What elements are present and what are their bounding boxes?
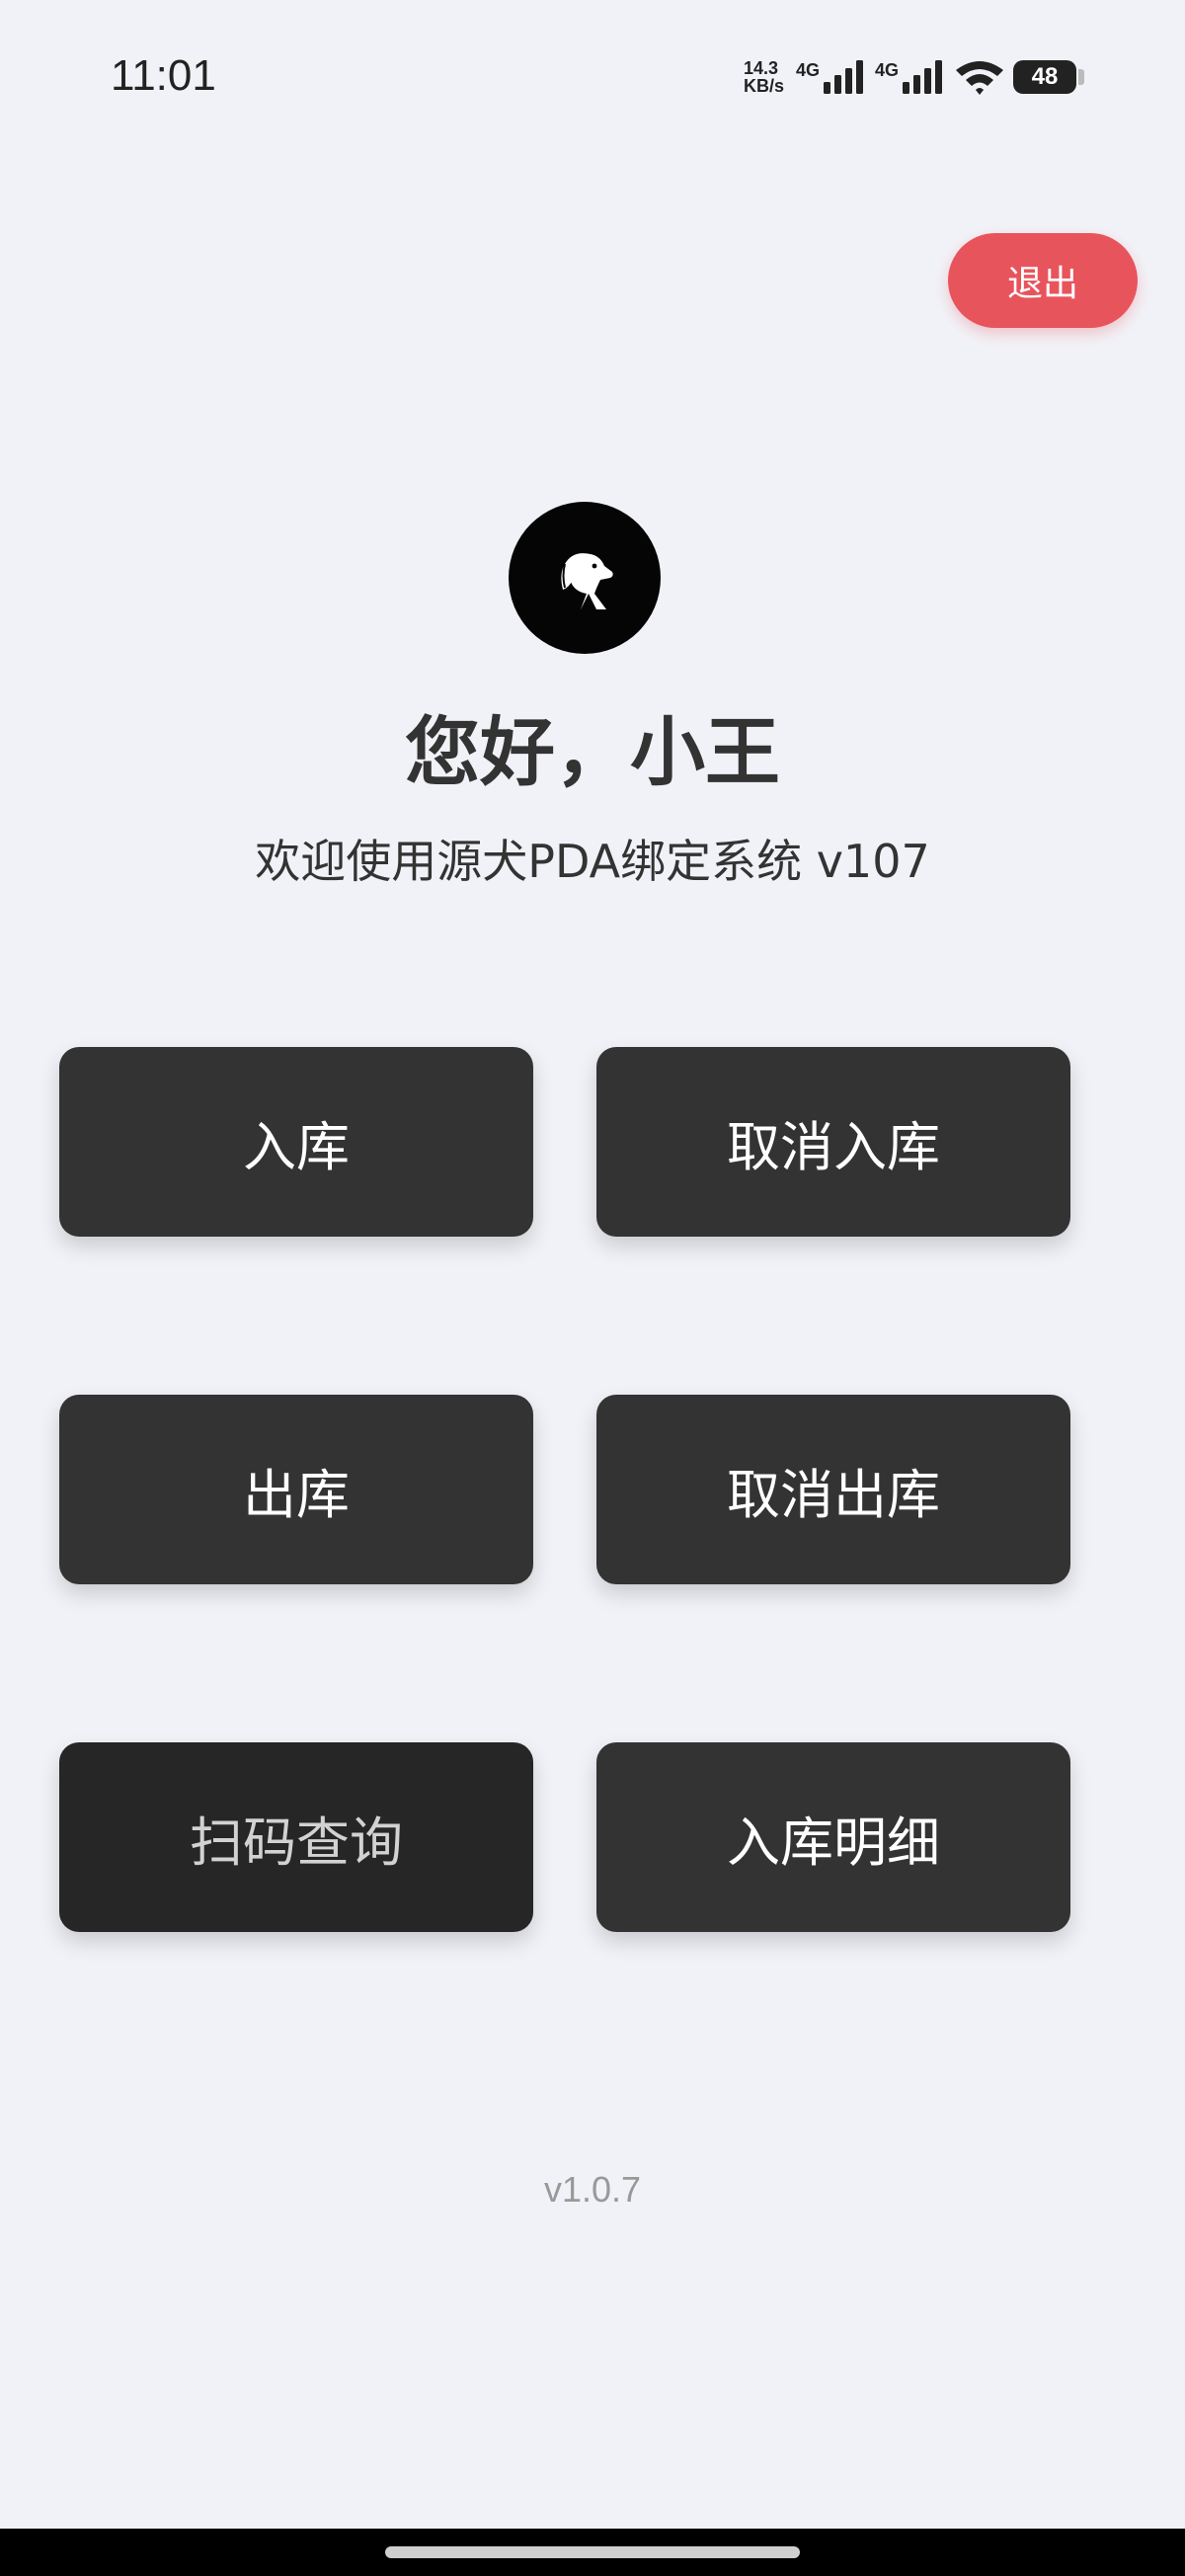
stock-out-button[interactable]: 出库 xyxy=(59,1395,533,1584)
dog-head-icon xyxy=(561,553,613,609)
battery-level: 48 xyxy=(1031,63,1059,90)
cancel-stock-in-button[interactable]: 取消入库 xyxy=(596,1047,1070,1237)
home-indicator[interactable] xyxy=(385,2546,800,2558)
cancel-stock-out-button[interactable]: 取消出库 xyxy=(596,1395,1070,1584)
signal-label: 4G xyxy=(795,60,820,80)
network-speed: 14.3 KB/s xyxy=(744,59,784,95)
dog-logo-icon xyxy=(509,502,661,654)
scan-query-button[interactable]: 扫码查询 xyxy=(59,1742,533,1932)
greeting-title: 您好，小王 xyxy=(405,708,780,796)
signal-bars-icon xyxy=(823,60,863,94)
signal-bars-icon xyxy=(903,60,942,94)
stock-in-button[interactable]: 入库 xyxy=(59,1047,533,1237)
stock-in-details-button[interactable]: 入库明细 xyxy=(596,1742,1070,1932)
status-time: 11:01 xyxy=(111,51,216,100)
network-speed-value: 14.3 xyxy=(743,58,778,78)
battery-icon: 48 xyxy=(1013,60,1084,94)
wifi-icon xyxy=(956,61,1003,95)
signal-icon: 4G xyxy=(875,60,946,94)
logout-button[interactable]: 退出 xyxy=(948,233,1138,328)
app-version: v1.0.7 xyxy=(543,2169,642,2210)
status-bar: 11:01 14.3 KB/s 4G 4G 48 xyxy=(0,0,1185,158)
welcome-subtitle: 欢迎使用源犬PDA绑定系统 v107 xyxy=(255,835,930,888)
status-icons: 14.3 KB/s 4G 4G 48 xyxy=(744,55,1084,99)
signal-label: 4G xyxy=(874,60,899,80)
network-speed-unit: KB/s xyxy=(743,76,784,96)
signal-icon: 4G xyxy=(796,60,867,94)
